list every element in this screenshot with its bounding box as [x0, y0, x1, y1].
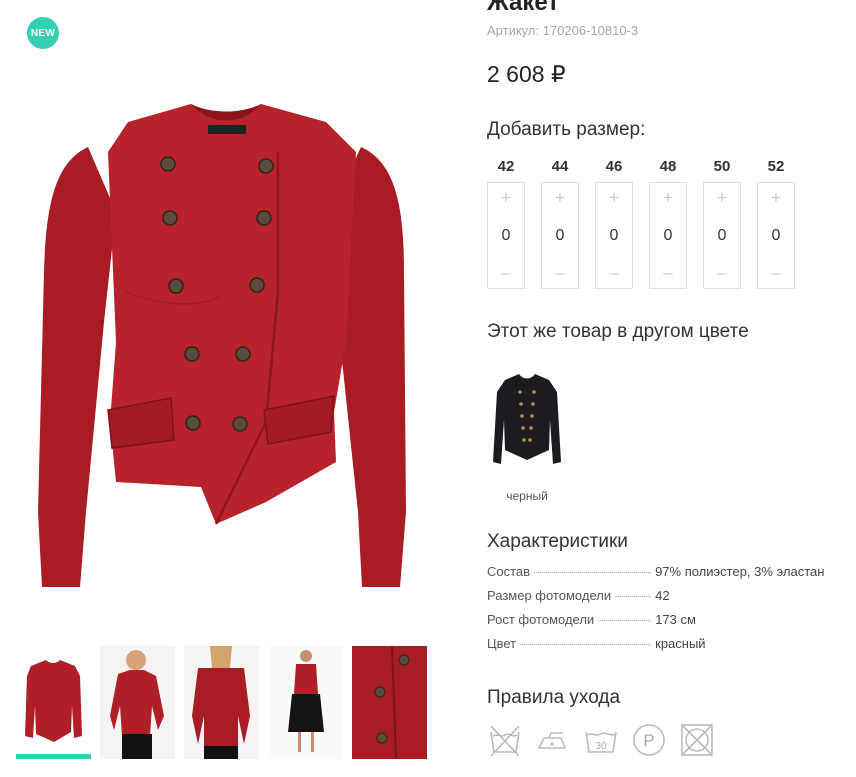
quantity-stepper: +0 –	[703, 182, 741, 289]
spec-row: Состав 97% полиэстер, 3% эластан	[487, 564, 847, 588]
decrement-button[interactable]: –	[717, 262, 726, 284]
quantity-value[interactable]: 0	[664, 227, 673, 245]
quantity-value[interactable]: 0	[610, 227, 619, 245]
quantity-stepper: +0 –	[649, 182, 687, 289]
thumbnail-5[interactable]	[352, 646, 427, 759]
spec-row: Размер фотомодели 42	[487, 588, 847, 612]
wash-30-icon: 30	[585, 731, 617, 753]
thumbnail-1[interactable]	[16, 646, 91, 759]
size-column-50: 50 +0 –	[703, 156, 741, 289]
decrement-button[interactable]: –	[609, 262, 618, 284]
spec-key: Состав	[487, 564, 531, 579]
dry-clean-p-icon: P	[633, 724, 665, 756]
no-tumble-dry-icon	[681, 724, 713, 756]
increment-button[interactable]: +	[555, 187, 565, 209]
spec-value: 97% полиэстер, 3% эластан	[655, 564, 825, 579]
new-badge: NEW	[27, 17, 59, 49]
iron-low-icon	[537, 732, 567, 749]
color-name: черный	[506, 489, 548, 503]
size-column-52: 52 +0 –	[757, 156, 795, 289]
decrement-button[interactable]: –	[555, 262, 564, 284]
spec-value: 42	[655, 588, 670, 603]
specs-title: Характеристики	[487, 531, 628, 552]
thumbnail-2[interactable]	[100, 646, 175, 759]
increment-button[interactable]: +	[717, 187, 727, 209]
size-label: 52	[767, 158, 785, 175]
quantity-value[interactable]: 0	[502, 227, 511, 245]
increment-button[interactable]: +	[609, 187, 619, 209]
spec-dots	[534, 572, 652, 573]
quantity-stepper: +0 –	[487, 182, 525, 289]
spec-dots	[520, 644, 652, 645]
spec-dots	[598, 620, 652, 621]
size-label: 42	[497, 158, 515, 175]
main-product-image[interactable]	[16, 92, 436, 612]
spec-key: Рост фотомодели	[487, 612, 595, 627]
size-label: 50	[713, 158, 731, 175]
color-option-black[interactable]: черный	[487, 370, 567, 503]
quantity-stepper: +0 –	[757, 182, 795, 289]
decrement-button[interactable]: –	[771, 262, 780, 284]
care-title: Правила ухода	[487, 687, 621, 708]
increment-button[interactable]: +	[663, 187, 673, 209]
no-wash-icon	[490, 725, 520, 757]
thumbnail-4[interactable]	[268, 646, 343, 759]
thumbnail-strip	[16, 646, 427, 759]
quantity-value[interactable]: 0	[772, 227, 781, 245]
decrement-button[interactable]: –	[663, 262, 672, 284]
decrement-button[interactable]: –	[501, 262, 510, 284]
spec-key: Размер фотомодели	[487, 588, 612, 603]
size-column-48: 48 +0 –	[649, 156, 687, 289]
size-selector: 42 +0 – 44 +0 – 46 +0 – 48 +0 – 50 +0 – 52 +0 –	[487, 156, 795, 289]
spec-value: 173 см	[655, 612, 696, 627]
spec-row: Рост фотомодели 173 см	[487, 612, 847, 636]
product-price: 2 608 ₽	[487, 61, 566, 87]
thumbnail-3[interactable]	[184, 646, 259, 759]
size-column-44: 44 +0 –	[541, 156, 579, 289]
increment-button[interactable]: +	[501, 187, 511, 209]
product-title: Жакет	[487, 0, 560, 16]
dry-clean-letter: P	[643, 731, 654, 750]
spec-row: Цвет красный	[487, 636, 847, 660]
quantity-value[interactable]: 0	[556, 227, 565, 245]
spec-key: Цвет	[487, 636, 517, 651]
size-label: 44	[551, 158, 569, 175]
jacket-image	[38, 104, 406, 587]
spec-dots	[615, 596, 652, 597]
increment-button[interactable]: +	[771, 187, 781, 209]
size-column-42: 42 +0 –	[487, 156, 525, 289]
size-label: 48	[659, 158, 677, 175]
wash-temp: 30	[595, 741, 607, 752]
spec-value: красный	[655, 636, 706, 651]
add-size-title: Добавить размер:	[487, 119, 646, 140]
quantity-stepper: +0 –	[595, 182, 633, 289]
care-icons: 30 P	[487, 722, 715, 758]
quantity-value[interactable]: 0	[718, 227, 727, 245]
size-column-46: 46 +0 –	[595, 156, 633, 289]
specs-table: Состав 97% полиэстер, 3% эластан Размер фо…	[487, 564, 847, 660]
product-sku: Артикул: 170206-10810-3	[487, 23, 639, 38]
quantity-stepper: +0 –	[541, 182, 579, 289]
size-label: 46	[605, 158, 623, 175]
black-jacket-thumb	[493, 374, 561, 464]
other-color-title: Этот же товар в другом цвете	[487, 321, 749, 342]
